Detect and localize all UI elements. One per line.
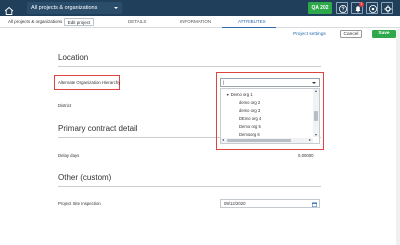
project-site-inspection-value: 09/12/2020: [224, 201, 246, 206]
save-button[interactable]: Save: [372, 30, 396, 38]
dropdown-option[interactable]: DEmo org 4: [239, 116, 261, 121]
section-title-other-custom: Other (custom): [58, 173, 112, 182]
delay-days-label: Delay days: [58, 153, 80, 158]
top-app-bar: All projects & organizations QA 202 1: [0, 0, 400, 16]
project-selector[interactable]: All projects & organizations: [27, 2, 122, 14]
chevron-down-icon: [114, 7, 118, 9]
dropdown-option[interactable]: Demoorg 6: [239, 132, 260, 137]
section-divider: [58, 66, 321, 67]
chevron-down-icon[interactable]: ▼: [226, 93, 229, 97]
action-row: Project settings Cancel Save: [0, 28, 400, 40]
cancel-button[interactable]: Cancel: [340, 30, 362, 38]
tab-details[interactable]: DETAILS: [128, 19, 146, 24]
tab-attributes[interactable]: ATTRIBUTES: [238, 19, 266, 24]
environment-badge[interactable]: QA 202: [308, 2, 332, 14]
settings-button[interactable]: [381, 2, 393, 14]
project-settings-link[interactable]: Project settings: [293, 32, 326, 37]
section-title-location: Location: [58, 53, 89, 62]
dropdown-vertical-scroll-thumb[interactable]: [314, 111, 318, 121]
scroll-left-arrow-icon[interactable]: [222, 139, 224, 141]
district-label: District: [58, 103, 72, 108]
project-site-inspection-label: Project Site Inspection: [58, 201, 101, 206]
info-icon: [369, 5, 377, 13]
calendar-icon[interactable]: [312, 202, 317, 207]
alternate-org-hierarchy-select[interactable]: |: [220, 78, 320, 87]
breadcrumb[interactable]: All projects & organizations: [8, 19, 62, 24]
project-site-inspection-date-input[interactable]: 09/12/2020: [220, 199, 320, 208]
notifications-button[interactable]: 1: [351, 1, 364, 14]
scroll-down-arrow-icon[interactable]: [314, 134, 317, 136]
dropdown-option[interactable]: demo org 2: [239, 100, 260, 105]
alternate-org-hierarchy-label: Alternate Organization Hierarchy: [58, 80, 121, 85]
section-title-primary-contract: Primary contract detail: [58, 124, 138, 133]
dropdown-option[interactable]: demo org 3: [239, 108, 260, 113]
edit-project-button[interactable]: Edit project: [64, 18, 94, 26]
dropdown-option-label: Demo org 1: [230, 92, 253, 97]
help-icon: [339, 5, 347, 13]
project-selector-label: All projects & organizations: [31, 5, 98, 11]
scroll-right-arrow-icon[interactable]: [309, 139, 311, 141]
alternate-org-hierarchy-value: |: [223, 80, 225, 85]
dropdown-option[interactable]: Demo org 5: [239, 124, 261, 129]
dropdown-horizontal-scroll-thumb[interactable]: [227, 139, 291, 142]
delay-days-value[interactable]: 0.00000: [298, 153, 314, 158]
settings-icon: [384, 5, 392, 13]
project-subbar: All projects & organizations Edit projec…: [0, 16, 400, 28]
notification-count-badge: 1: [359, 1, 364, 7]
info-button[interactable]: [366, 2, 378, 14]
section-divider: [58, 186, 321, 187]
dropdown-options-panel: ▼ Demo org 1 demo org 2 demo org 3 DEmo …: [220, 88, 320, 144]
tab-information[interactable]: INFORMATION: [180, 19, 211, 24]
help-button[interactable]: [336, 2, 348, 14]
chevron-down-icon[interactable]: [312, 82, 316, 84]
home-icon[interactable]: [4, 3, 14, 15]
dropdown-option[interactable]: ▼ Demo org 1: [226, 92, 253, 97]
page-scrollbar[interactable]: [396, 29, 400, 245]
scroll-up-arrow-icon[interactable]: [314, 90, 317, 92]
